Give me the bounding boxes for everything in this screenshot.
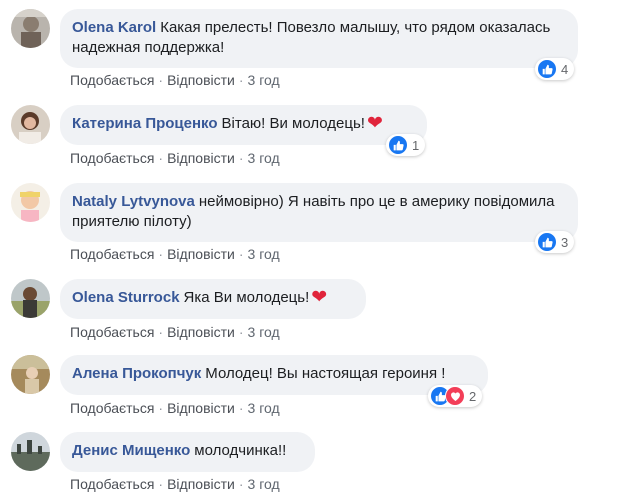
comment-author[interactable]: Olena Karol (72, 19, 156, 36)
heart-emoji: ❤ (366, 113, 383, 134)
reply-button[interactable]: Відповісти (167, 400, 235, 416)
separator: · (238, 324, 244, 340)
separator: · (158, 324, 164, 340)
reply-button[interactable]: Відповісти (167, 72, 235, 88)
reaction-summary[interactable]: 2 (428, 385, 483, 407)
separator: · (238, 150, 244, 166)
comment-author[interactable]: Olena Sturrock (72, 289, 180, 306)
comment-actions: Подобається · Відповісти · 3 год (70, 149, 280, 167)
separator: · (158, 476, 164, 492)
like-button[interactable]: Подобається (70, 476, 154, 492)
reaction-count: 3 (561, 234, 569, 250)
comment-author[interactable]: Nataly Lytvynova (72, 193, 195, 210)
separator: · (238, 246, 244, 262)
avatar[interactable] (11, 279, 50, 318)
timestamp[interactable]: 3 год (248, 150, 280, 166)
like-icon (537, 59, 557, 79)
comment-actions: Подобається · Відповісти · 3 год (70, 323, 280, 341)
comment-actions: Подобається · Відповісти · 3 год (70, 399, 280, 417)
comment-actions: Подобається · Відповісти · 3 год (70, 475, 280, 493)
like-button[interactable]: Подобається (70, 72, 154, 88)
reaction-count: 4 (561, 61, 569, 77)
comment-author[interactable]: Денис Мищенко (72, 442, 190, 459)
comment-bubble: Olena Karol Какая прелесть! Повезло малыш… (60, 9, 578, 68)
reply-button[interactable]: Відповісти (167, 476, 235, 492)
avatar[interactable] (11, 9, 50, 48)
comment-bubble: Катерина Проценко Вітаю! Ви молодець! ❤ (60, 105, 427, 145)
comment-text: Яка Ви молодець! (183, 289, 310, 306)
like-button[interactable]: Подобається (70, 324, 154, 340)
timestamp[interactable]: 3 год (248, 400, 280, 416)
separator: · (238, 400, 244, 416)
like-button[interactable]: Подобається (70, 400, 154, 416)
avatar[interactable] (11, 105, 50, 144)
reaction-summary[interactable]: 3 (535, 231, 575, 253)
timestamp[interactable]: 3 год (248, 246, 280, 262)
love-icon (445, 386, 465, 406)
reply-button[interactable]: Відповісти (167, 246, 235, 262)
timestamp[interactable]: 3 год (248, 72, 280, 88)
separator: · (238, 476, 244, 492)
comment-text: Вітаю! Ви молодець! (221, 115, 365, 132)
separator: · (238, 72, 244, 88)
reaction-summary[interactable]: 1 (386, 134, 426, 156)
comment-actions: Подобається · Відповісти · 3 год (70, 245, 280, 263)
comment-text: Молодец! Вы настоящая героиня ! (205, 365, 446, 382)
like-icon (388, 135, 408, 155)
comment-bubble: Алена Прокопчук Молодец! Вы настоящая гер… (60, 355, 488, 395)
reply-button[interactable]: Відповісти (167, 150, 235, 166)
timestamp[interactable]: 3 год (248, 476, 280, 492)
like-button[interactable]: Подобається (70, 246, 154, 262)
separator: · (158, 150, 164, 166)
comment-author[interactable]: Алена Прокопчук (72, 365, 201, 382)
separator: · (158, 246, 164, 262)
reaction-count: 1 (412, 137, 420, 153)
heart-emoji: ❤ (311, 287, 328, 308)
comment-bubble: Nataly Lytvynova неймовірно) Я навіть про… (60, 183, 578, 242)
comment-bubble: Olena Sturrock Яка Ви молодець! ❤ (60, 279, 366, 319)
comment-actions: Подобається · Відповісти · 3 год (70, 71, 280, 89)
separator: · (158, 400, 164, 416)
reaction-count: 2 (469, 388, 477, 404)
comment-bubble: Денис Мищенко молодчинка!! (60, 432, 315, 472)
like-button[interactable]: Подобається (70, 150, 154, 166)
avatar[interactable] (11, 432, 50, 471)
timestamp[interactable]: 3 год (248, 324, 280, 340)
comment-text: молодчинка!! (194, 442, 287, 459)
reply-button[interactable]: Відповісти (167, 324, 235, 340)
reaction-summary[interactable]: 4 (535, 58, 575, 80)
avatar[interactable] (11, 355, 50, 394)
avatar[interactable] (11, 183, 50, 222)
like-icon (537, 232, 557, 252)
comment-author[interactable]: Катерина Проценко (72, 115, 218, 132)
separator: · (158, 72, 164, 88)
